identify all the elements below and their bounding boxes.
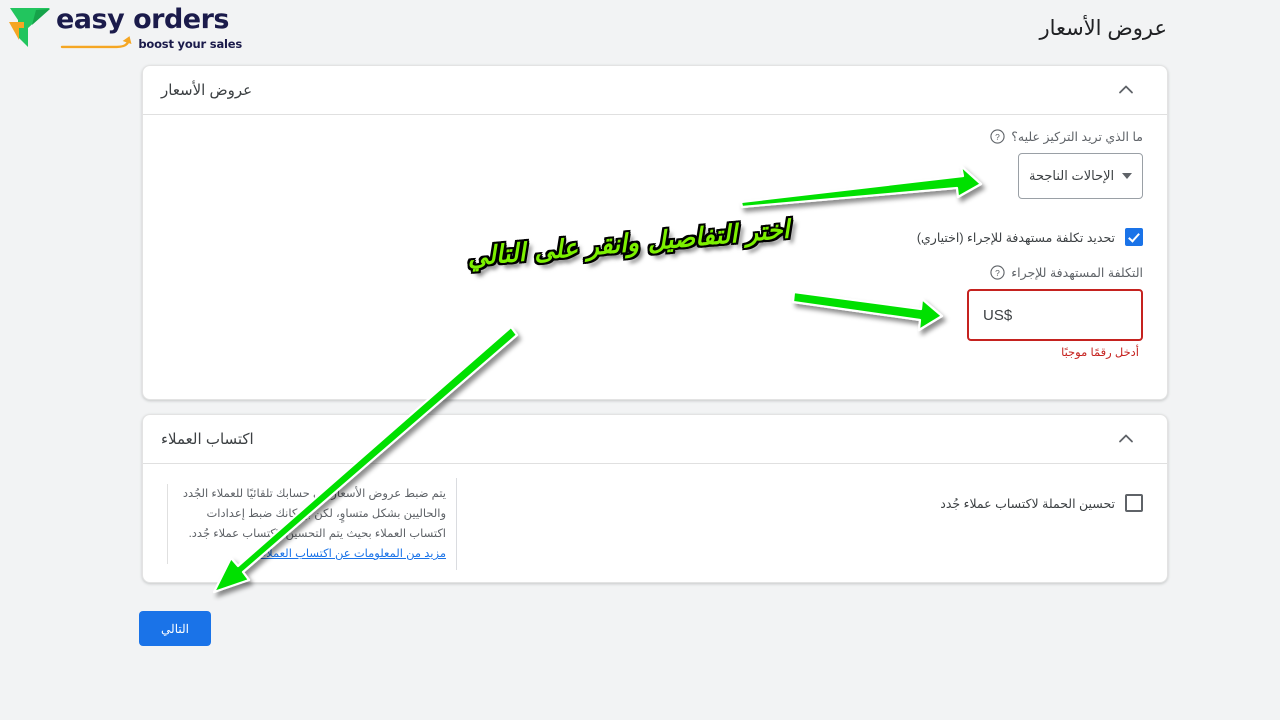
chevron-up-icon <box>1119 434 1133 443</box>
target-cpa-checkbox[interactable] <box>1125 228 1143 246</box>
svg-text:?: ? <box>995 132 1000 142</box>
bidding-card-title: عروض الأسعار <box>161 82 253 99</box>
focus-dropdown-value: الإحالات الناجحة <box>1029 168 1115 183</box>
brand-logo[interactable]: easy orders boost your sales <box>6 4 246 52</box>
easy-orders-logo-icon <box>9 8 50 47</box>
svg-text:?: ? <box>995 268 1000 278</box>
acquisition-description-text: يتم ضبط عروض الأسعار في حسابك تلقائيًا ل… <box>182 488 446 540</box>
brand-tagline: boost your sales <box>138 36 242 51</box>
target-cost-input[interactable]: US$ <box>967 289 1143 341</box>
brand-name: easy orders <box>56 4 230 35</box>
currency-suffix: US$ <box>983 306 1013 324</box>
target-cpa-checkbox-row[interactable]: تحديد تكلفة مستهدفة للإجراء (اختياري) <box>917 228 1143 246</box>
customer-acquisition-card: اكتساب العملاء تحسين الحملة لاكتساب عملا… <box>142 414 1168 583</box>
bidding-card-header: عروض الأسعار <box>143 66 1167 115</box>
new-customer-checkbox[interactable] <box>1125 494 1143 512</box>
next-button[interactable]: التالي <box>139 611 211 646</box>
chevron-down-icon <box>1122 173 1133 179</box>
help-circle-icon[interactable]: ? <box>990 129 1005 144</box>
new-customer-checkbox-row[interactable]: تحسين الحملة لاكتساب عملاء جُدد <box>940 494 1143 512</box>
acquisition-description: يتم ضبط عروض الأسعار في حسابك تلقائيًا ل… <box>167 484 446 564</box>
target-cost-field-label: التكلفة المستهدفة للإجراء ? <box>990 265 1143 280</box>
brand-wordmark: easy orders boost your sales <box>56 5 242 51</box>
focus-field-label: ما الذي تريد التركيز عليه؟ ? <box>990 129 1143 144</box>
target-cost-label-text: التكلفة المستهدفة للإجراء <box>1011 266 1143 280</box>
acquisition-card-title: اكتساب العملاء <box>161 431 254 448</box>
bidding-card-body: ما الذي تريد التركيز عليه؟ ? الإحالات ال… <box>143 115 1167 398</box>
acquisition-card-header: اكتساب العملاء <box>143 415 1167 464</box>
chevron-up-icon <box>1119 85 1133 94</box>
top-bar: easy orders boost your sales عروض الأسعا… <box>0 0 1280 58</box>
target-cpa-checkbox-label: تحديد تكلفة مستهدفة للإجراء (اختياري) <box>916 230 1115 245</box>
focus-dropdown[interactable]: الإحالات الناجحة <box>1018 153 1143 199</box>
acquisition-card-body: تحسين الحملة لاكتساب عملاء جُدد يتم ضبط … <box>143 464 1167 581</box>
acquisition-collapse-button[interactable] <box>1109 422 1143 456</box>
target-cost-error-message: أدخل رقمًا موجبًا <box>1061 347 1139 359</box>
acquisition-learn-more-link[interactable]: مزيد من المعلومات عن اكتساب العملاء <box>261 548 446 560</box>
new-customer-checkbox-label: تحسين الحملة لاكتساب عملاء جُدد <box>940 496 1115 511</box>
growth-arrow-icon <box>60 36 132 49</box>
focus-label-text: ما الذي تريد التركيز عليه؟ <box>1011 130 1143 144</box>
acquisition-divider <box>456 478 457 570</box>
bidding-collapse-button[interactable] <box>1109 73 1143 107</box>
help-circle-icon[interactable]: ? <box>990 265 1005 280</box>
page-title: عروض الأسعار <box>1039 17 1167 40</box>
